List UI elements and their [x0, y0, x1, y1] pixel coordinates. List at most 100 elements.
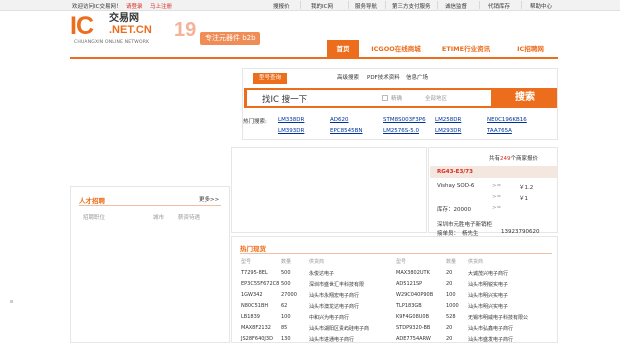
stock-quantity: 500 — [281, 281, 291, 287]
exact-checkbox[interactable] — [382, 95, 388, 101]
stock-supplier[interactable]: 汕头市进通电子商行 — [309, 336, 354, 343]
hot-keyword[interactable]: AD620 — [330, 117, 349, 123]
topbar-link-service-nav[interactable]: 服务导航 — [355, 2, 377, 10]
quote-part-number[interactable]: RG43-E3/73 — [437, 169, 473, 175]
tab-info-plaza[interactable]: 信息广场 — [406, 73, 428, 84]
quote-part-row: RG43-E3/73 — [430, 166, 558, 178]
topbar-link-my-ic[interactable]: 我的IC网 — [311, 2, 333, 10]
stock-part-number[interactable]: EP3C55F672C8 — [241, 281, 279, 287]
anniversary-years: 19 — [174, 19, 197, 41]
topbar-link-quotes[interactable]: 搜报价 — [273, 2, 290, 10]
exact-label: 精确 — [391, 96, 403, 102]
slogan-badge: 专注元器件 b2b — [200, 32, 260, 45]
nav-underline — [70, 57, 558, 59]
nav-home[interactable]: 首页 — [327, 40, 359, 58]
hot-keyword[interactable]: LM258DR — [435, 117, 461, 123]
hot-search-label: 热门搜索: — [243, 119, 267, 125]
login-link[interactable]: 请登录 — [126, 2, 143, 10]
hot-stock-title: 热门现货 — [240, 245, 266, 253]
hot-keyword[interactable]: EPC8545BN — [330, 128, 363, 134]
divider-dot — [10, 300, 13, 303]
stock-supplier[interactable]: 汕头市明锐实电子 — [468, 281, 508, 288]
quote-count: 249 — [500, 156, 511, 162]
hot-keyword[interactable]: TAA765A — [487, 128, 512, 134]
search-bar: 找IC 搜一下 精确 全部地区 搜索 — [244, 88, 557, 108]
stock-header: 供货商 — [309, 259, 325, 265]
stock-supplier[interactable]: 无锡市明威电子科技有限公 — [468, 314, 528, 321]
topbar-link-integrity[interactable]: 诚信监督 — [445, 2, 467, 10]
stock-quantity: 85 — [281, 325, 288, 331]
topbar-link-help[interactable]: 帮助中心 — [530, 2, 552, 10]
stock-supplier[interactable]: 汕头市弘鑫电子商行 — [468, 325, 513, 332]
stock-supplier[interactable]: 汕头市澳龙达电子商行 — [309, 303, 359, 310]
stock-part-number[interactable]: JS28F640J3D — [241, 336, 273, 342]
stock-quantity: 20 — [446, 325, 453, 331]
nav-icgoo-mall[interactable]: ICGOO在线商城 — [363, 40, 429, 58]
quote-panel: 共有249个商家报价 RG43-E3/73 Vishay SOD-6 >= ￥1… — [428, 147, 558, 237]
hot-keyword[interactable]: NE0C196KB16 — [487, 117, 527, 123]
ad-panel — [231, 147, 427, 233]
tab-pdf-docs[interactable]: PDF技术资料 — [367, 73, 400, 84]
stock-part-number[interactable]: 1GW342 — [241, 292, 263, 298]
stock-part-number[interactable]: LB1839 — [241, 314, 260, 320]
quote-brand: Vishay SOD-6 — [437, 183, 475, 189]
stock-header: 数量 — [281, 259, 292, 265]
stock-quantity: 528 — [446, 314, 456, 320]
talent-col-city: 城市 — [153, 215, 165, 221]
stock-header: 供货商 — [468, 259, 484, 265]
stock-part-number[interactable]: T7295-8EL — [241, 270, 268, 276]
logo-net: .NET.CN — [109, 24, 152, 36]
stock-supplier[interactable]: 永俊达电子 — [309, 270, 334, 277]
stock-supplier[interactable]: 中和兴为电子商行 — [309, 314, 349, 321]
stock-supplier[interactable]: 汕头市湖阳区贵屿硅电子商 — [309, 325, 369, 332]
register-link[interactable]: 马上注册 — [150, 2, 172, 10]
tab-part-search[interactable]: 型号查询 — [253, 73, 288, 84]
stock-supplier[interactable]: 汕头市明兴实电子 — [468, 292, 508, 299]
hot-keyword[interactable]: LM2576S-5.0 — [383, 128, 419, 134]
stock-part-number[interactable]: N80C51BH — [241, 303, 268, 309]
logo-subtitle: CHUANGXIN ONLINE NETWORK — [74, 40, 150, 45]
talent-col-position: 招聘职位 — [83, 215, 106, 221]
region-select[interactable]: 全部地区 — [425, 94, 447, 102]
stock-quantity: 100 — [446, 292, 456, 298]
stock-supplier[interactable]: 汕头市明兴实电子 — [468, 303, 508, 310]
stock-part-number[interactable]: MAX8F2132 — [241, 325, 271, 331]
tab-advanced-search[interactable]: 高级搜索 — [337, 73, 359, 84]
main-nav: 首页 ICGOO在线商城 ETIME行业资讯 IC招聘网 — [327, 40, 558, 58]
stock-part-number[interactable]: MAX3802UTK — [396, 270, 430, 276]
talent-divider — [79, 205, 221, 206]
stock-part-number[interactable]: STDP9320-BB — [396, 325, 430, 331]
hot-stock-panel: 热门现货 型号 数量 供货商 型号 数量 供货商 T7295-8EL 500 永俊达电子 MAX3… — [231, 236, 558, 343]
stock-supplier[interactable]: 汕头市盛发电子商行 — [468, 336, 513, 343]
stock-part-number[interactable]: K9F4G08U0B — [396, 314, 429, 320]
stock-part-number[interactable]: TLP183GB — [396, 303, 422, 309]
stock-quantity: 20 — [446, 336, 453, 342]
stock-quantity: 20 — [446, 270, 453, 276]
hot-keyword[interactable]: LM393DR — [278, 128, 304, 134]
search-button[interactable]: 搜索 — [493, 88, 557, 108]
talent-more-link[interactable]: 更多>> — [199, 195, 219, 203]
quote-price: ￥1 — [519, 196, 528, 202]
topbar-link-consignment[interactable]: 代销库存 — [488, 2, 510, 10]
search-input[interactable]: 找IC 搜一下 精确 全部地区 — [247, 90, 491, 106]
welcome-text: 欢迎访问IC交易网！ — [72, 4, 122, 10]
stock-supplier[interactable]: 大诚茂兴电子商行 — [468, 270, 508, 277]
quote-company[interactable]: 深圳市元胜电子新销柜 — [437, 220, 492, 228]
hot-keyword[interactable]: LM338DR — [278, 117, 304, 123]
hot-stock-divider — [240, 253, 552, 254]
stock-supplier[interactable]: 汕头市永翔宏电子商行 — [309, 292, 359, 299]
hot-keyword[interactable]: LM293DR — [435, 128, 461, 134]
talent-col-salary: 薪资待遇 — [178, 215, 201, 221]
logo-ic[interactable]: IC — [70, 14, 94, 39]
stock-part-number[interactable]: W29C040P90B — [396, 292, 433, 298]
quote-phone: 13923790620 — [501, 229, 540, 235]
stock-part-number[interactable]: ADE7754ARW — [396, 336, 431, 342]
nav-ic-jobs[interactable]: IC招聘网 — [503, 40, 558, 58]
stock-header: 数量 — [446, 259, 457, 265]
topbar-link-payment[interactable]: 第三方支付服务 — [392, 2, 431, 10]
hot-keyword[interactable]: STM8S003F3P6 — [383, 117, 426, 123]
stock-quantity: 27000 — [281, 292, 297, 298]
stock-part-number[interactable]: AD5121SP — [396, 281, 422, 287]
nav-etime-news[interactable]: ETIME行业资讯 — [433, 40, 499, 58]
stock-supplier[interactable]: 深圳市盛世汇丰科技有限 — [309, 281, 364, 288]
